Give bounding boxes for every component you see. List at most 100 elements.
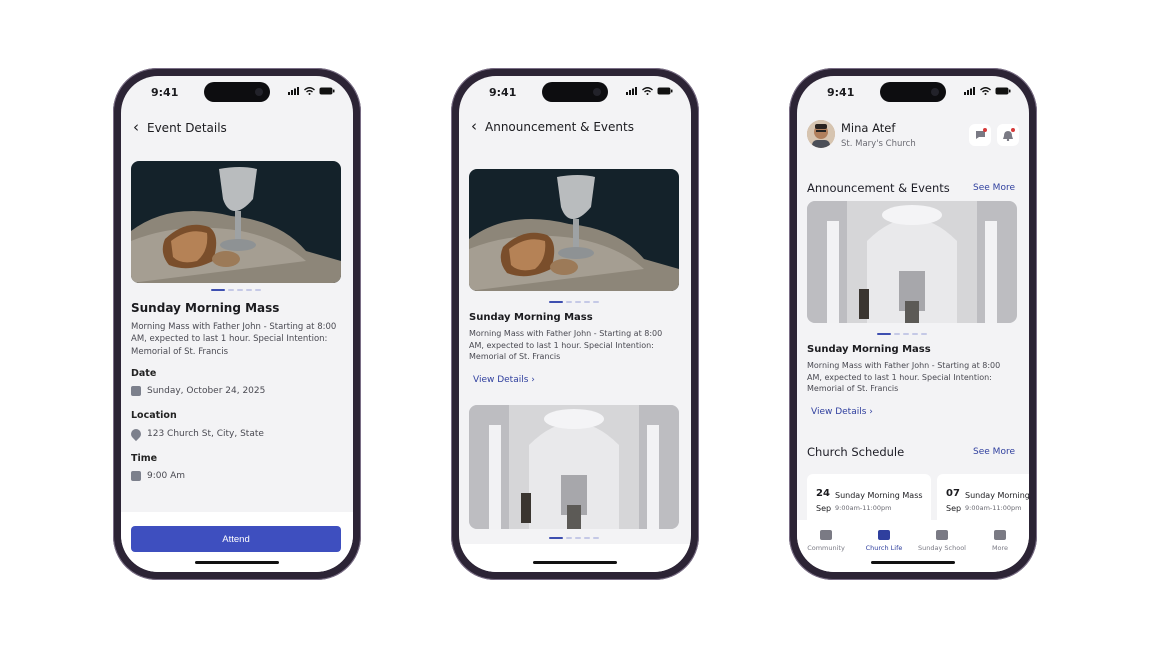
signal-icon — [288, 87, 299, 95]
schedule-month: Sep — [946, 504, 962, 513]
schedule-day: 07 — [946, 488, 960, 499]
card-description: Morning Mass with Father John - Starting… — [469, 329, 663, 362]
date-label: Date — [131, 368, 157, 379]
see-more-schedule[interactable]: See More — [973, 447, 1015, 457]
screen: 9:41 ‹ Announcement & Events Sunday Morn… — [459, 76, 691, 572]
chat-icon[interactable] — [969, 124, 991, 146]
view-details-label: View Details — [473, 375, 529, 385]
tab-community[interactable]: Community — [798, 530, 854, 572]
people-icon — [820, 530, 832, 540]
church-image[interactable] — [807, 201, 1017, 323]
bell-icon[interactable] — [997, 124, 1019, 146]
phone-home: 9:41 Mina Atef St. Mary's Church Announc… — [789, 68, 1037, 580]
status-time: 9:41 — [489, 86, 517, 99]
time-row: 9:00 Am — [131, 471, 185, 481]
announcements-title: Announcement & Events — [807, 181, 950, 195]
carousel-dots[interactable] — [549, 301, 599, 303]
back-arrow-icon[interactable]: ‹ — [471, 119, 477, 134]
screen: 9:41 Mina Atef St. Mary's Church Announc… — [797, 76, 1029, 572]
user-name: Mina Atef — [841, 121, 896, 135]
time-value: 9:00 Am — [147, 471, 185, 481]
event-image[interactable] — [131, 161, 341, 283]
see-more-announcements[interactable]: See More — [973, 183, 1015, 193]
tab-label: More — [991, 544, 1009, 552]
tab-more[interactable]: More — [972, 530, 1028, 572]
event-image[interactable] — [469, 169, 679, 291]
signal-icon — [626, 87, 637, 95]
dynamic-island — [542, 82, 608, 102]
back-arrow-icon[interactable]: ‹ — [133, 120, 139, 135]
attend-button[interactable]: Attend — [131, 526, 341, 552]
location-label: Location — [131, 410, 177, 421]
chevron-right-icon: › — [869, 407, 873, 417]
system-icons — [964, 87, 1011, 95]
schedule-hours: 9:00am-11:00pm — [835, 504, 892, 512]
wifi-icon — [980, 87, 991, 95]
status-time: 9:41 — [827, 86, 855, 99]
card-title: Sunday Morning Mass — [807, 344, 931, 355]
event-title: Sunday Morning Mass — [131, 301, 280, 315]
avatar[interactable] — [807, 120, 835, 148]
book-icon — [936, 530, 948, 540]
phone-event-details: 9:41 ‹ Event Details Sunday Morning Mass… — [113, 68, 361, 580]
schedule-hours: 9:00am-11:00pm — [965, 504, 1022, 512]
view-details-link[interactable]: View Details › — [473, 375, 535, 385]
location-pin-icon — [128, 426, 144, 442]
camera-icon — [593, 88, 601, 96]
home-indicator — [533, 561, 617, 564]
location-value: 123 Church St, City, State — [147, 429, 264, 439]
page-title: Announcement & Events — [485, 119, 634, 134]
screen: 9:41 ‹ Event Details Sunday Morning Mass… — [121, 76, 353, 572]
phone-announcements: 9:41 ‹ Announcement & Events Sunday Morn… — [451, 68, 699, 580]
card-title: Sunday Morning Mass — [469, 312, 593, 323]
bottom-bar — [459, 544, 691, 572]
schedule-name: Sunday Morning — [965, 491, 1029, 500]
calendar-icon — [131, 386, 141, 396]
status-time: 9:41 — [151, 86, 179, 99]
battery-icon — [319, 87, 335, 95]
camera-icon — [255, 88, 263, 96]
home-indicator — [195, 561, 279, 564]
tab-label: Community — [807, 544, 845, 552]
clock-icon — [131, 471, 141, 481]
wifi-icon — [304, 87, 315, 95]
view-details-link[interactable]: View Details › — [811, 407, 873, 417]
home-indicator — [871, 561, 955, 564]
date-row: Sunday, October 24, 2025 — [131, 386, 265, 396]
page-header: ‹ Announcement & Events — [471, 119, 634, 134]
tab-church-life[interactable]: Church Life — [856, 530, 912, 572]
system-icons — [626, 87, 673, 95]
page-title: Event Details — [147, 120, 227, 135]
dynamic-island — [880, 82, 946, 102]
tab-label: Church Life — [865, 544, 903, 552]
carousel-dots-2[interactable] — [549, 537, 599, 539]
time-label: Time — [131, 453, 158, 464]
tab-label: Sunday School — [918, 544, 966, 552]
carousel-dots[interactable] — [877, 333, 927, 335]
church-name: St. Mary's Church — [841, 139, 916, 149]
chevron-right-icon: › — [531, 375, 535, 385]
church-icon — [878, 530, 890, 540]
bottom-tab-bar: Community Church Life Sunday School More — [797, 520, 1029, 572]
location-row: 123 Church St, City, State — [128, 426, 264, 442]
schedule-month: Sep — [816, 504, 832, 513]
carousel-dots[interactable] — [211, 289, 261, 291]
battery-icon — [995, 87, 1011, 95]
battery-icon — [657, 87, 673, 95]
camera-icon — [931, 88, 939, 96]
wifi-icon — [642, 87, 653, 95]
card-description: Morning Mass with Father John - Starting… — [807, 361, 1001, 394]
schedule-name: Sunday Morning Mass — [835, 491, 923, 500]
event-description: Morning Mass with Father John - Starting… — [131, 322, 337, 357]
system-icons — [288, 87, 335, 95]
page-header: ‹ Event Details — [133, 120, 227, 135]
signal-icon — [964, 87, 975, 95]
menu-icon — [994, 530, 1006, 540]
church-image[interactable] — [469, 405, 679, 529]
view-details-label: View Details — [811, 407, 867, 417]
dynamic-island — [204, 82, 270, 102]
tab-sunday-school[interactable]: Sunday School — [914, 530, 970, 572]
schedule-day: 24 — [816, 488, 830, 499]
date-value: Sunday, October 24, 2025 — [147, 386, 266, 396]
schedule-title: Church Schedule — [807, 445, 905, 459]
